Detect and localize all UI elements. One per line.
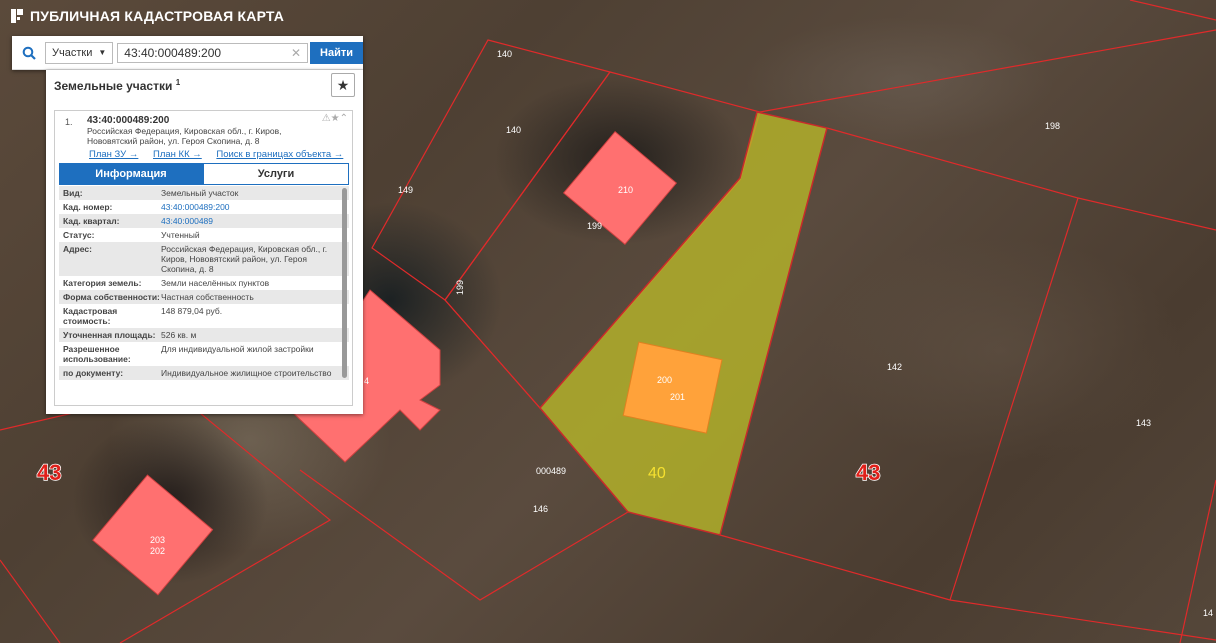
map-label: 140 — [497, 49, 512, 59]
card-actions-icon[interactable]: ⚠★⌃ — [322, 113, 348, 124]
info-row: Категория земель: Земли населённых пункто… — [63, 278, 270, 288]
info-row: Кадастровая стоимость: 148 879,04 руб. — [63, 306, 223, 326]
map-label: 143 — [1136, 418, 1151, 428]
map-label: 142 — [887, 362, 902, 372]
clear-icon[interactable]: ✕ — [291, 46, 301, 60]
search-input-value: 43:40:000489:200 — [124, 45, 222, 60]
info-row: Кад. квартал: 43:40:000489 — [59, 214, 349, 228]
plan-kk-link[interactable]: План КК → — [153, 149, 202, 160]
search-bar: Участки ▼ 43:40:000489:200 ✕ Найти — [12, 36, 363, 70]
map-label: 203 — [150, 535, 165, 545]
tab-services[interactable]: Услуги — [203, 163, 349, 185]
map-label: 140 — [506, 125, 521, 135]
info-row: Форма собственности: Частная собственност… — [59, 290, 349, 304]
parcel-boundary — [371, 39, 611, 301]
info-table: Вид: Земельный участок Кад. номер: 43:40:0… — [59, 186, 349, 398]
parcel-boundary — [759, 29, 1216, 113]
info-row: Уточненная площадь: 526 кв. м — [59, 328, 349, 342]
result-cad-number: 43:40:000489:200 — [87, 115, 170, 126]
plan-zu-link[interactable]: План ЗУ → — [89, 149, 138, 160]
map-label: 200 — [657, 375, 672, 385]
results-title: Земельные участки 1 — [54, 78, 181, 93]
info-row: Адрес: Российская Федерация, Кировская об… — [59, 242, 349, 276]
search-input[interactable]: 43:40:000489:200 ✕ — [117, 42, 309, 63]
find-button[interactable]: Найти — [310, 41, 363, 64]
map-label: 000489 — [536, 466, 566, 476]
info-row: по документу: Индивидуальное жилищное стр… — [59, 366, 349, 380]
results-panel: Земельные участки 1 ★ 1. 43:40:000489:20… — [46, 70, 363, 414]
parcel-boundary — [826, 127, 1079, 601]
info-row: Кад. номер: 43:40:000489:200 — [63, 202, 230, 212]
search-bounds-link[interactable]: Поиск в границах объекта → — [216, 149, 343, 160]
app-title: ПУБЛИЧНАЯ КАДАСТРОВАЯ КАРТА — [30, 8, 285, 24]
map-label: 149 — [398, 185, 413, 195]
parcel-boundary — [1129, 0, 1216, 21]
result-links: План ЗУ → План КК → Поиск в границах объ… — [89, 149, 355, 160]
info-row: Вид: Земельный участок — [59, 186, 349, 200]
parcel-boundary — [0, 559, 61, 643]
map-label: 199 — [587, 221, 602, 231]
result-index: 1. — [65, 117, 73, 127]
search-type-dropdown[interactable]: Участки ▼ — [45, 41, 114, 64]
map-label: 43 — [37, 460, 61, 485]
search-panel: Участки ▼ 43:40:000489:200 ✕ Найти — [12, 36, 363, 70]
parcel-boundary — [719, 534, 1216, 641]
map-label: 146 — [533, 504, 548, 514]
map-label: 40 — [648, 465, 666, 482]
result-address: Российская Федерация, Кировская обл., г.… — [87, 126, 282, 146]
search-type-label: Участки — [52, 46, 93, 59]
tab-info[interactable]: Информация — [59, 163, 203, 185]
favorite-star-icon[interactable]: ★ — [331, 73, 355, 97]
app-header: ПУБЛИЧНАЯ КАДАСТРОВАЯ КАРТА — [10, 8, 284, 24]
info-row: Разрешенное использование: Для индивидуал… — [63, 344, 314, 364]
chevron-down-icon: ▼ — [98, 48, 107, 57]
map-label: 201 — [670, 392, 685, 402]
search-icon[interactable] — [12, 36, 45, 69]
results-count: 1 — [175, 78, 181, 87]
info-scrollbar[interactable] — [342, 188, 347, 378]
result-card: 1. 43:40:000489:200 Российская Федерация… — [54, 110, 353, 406]
result-tabs: Информация Услуги — [59, 163, 349, 185]
parcel-boundary — [1179, 479, 1216, 643]
map-label: 14 — [1203, 608, 1213, 618]
info-row: Статус: Учтенный — [63, 230, 200, 240]
map-label: 198 — [1045, 121, 1060, 131]
map-label: 43 — [856, 460, 880, 485]
map-label: 202 — [150, 546, 165, 556]
map-label: 4 — [364, 376, 369, 386]
map-label: 199 — [455, 280, 465, 295]
map-label: 210 — [618, 185, 633, 195]
parcel-boundary — [1077, 197, 1216, 231]
logo-icon — [11, 9, 23, 23]
